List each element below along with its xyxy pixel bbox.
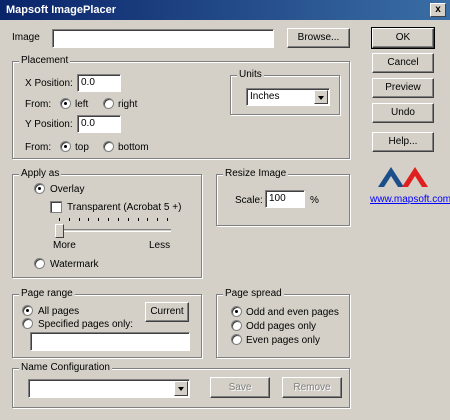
- specified-pages-radio[interactable]: [22, 318, 33, 329]
- slider-tick: [59, 218, 60, 221]
- cancel-button[interactable]: Cancel: [372, 53, 434, 73]
- all-pages-radio[interactable]: [22, 305, 33, 316]
- slider-tick: [108, 218, 110, 221]
- name-config-select[interactable]: [28, 379, 190, 398]
- placement-group-title: Placement: [19, 55, 71, 66]
- name-config-group-title: Name Configuration: [19, 362, 112, 373]
- scale-label: Scale:: [235, 195, 263, 206]
- x-from-left-radio[interactable]: [60, 98, 71, 109]
- units-select[interactable]: Inches: [246, 88, 330, 106]
- odd-only-label: Odd pages only: [246, 321, 317, 332]
- title-bar: Mapsoft ImagePlacer x: [0, 0, 450, 20]
- y-position-label: Y Position:: [25, 119, 73, 130]
- slider-thumb[interactable]: [55, 224, 64, 238]
- all-pages-label: All pages: [38, 306, 80, 317]
- ok-button[interactable]: OK: [371, 27, 435, 49]
- opacity-slider[interactable]: [55, 216, 171, 238]
- x-from-right-radio[interactable]: [103, 98, 114, 109]
- even-only-radio[interactable]: [231, 334, 242, 345]
- apply-as-group-title: Apply as: [19, 168, 62, 179]
- odd-only-radio[interactable]: [231, 320, 242, 331]
- scale-input[interactable]: 100: [265, 190, 305, 208]
- slider-tick: [78, 218, 80, 221]
- y-from-top-label: top: [75, 142, 89, 153]
- slider-tick: [117, 218, 119, 221]
- transparent-label: Transparent (Acrobat 5 +): [67, 202, 182, 213]
- page-spread-group-title: Page spread: [223, 288, 284, 299]
- slider-tick: [147, 218, 149, 221]
- units-selected-value: Inches: [250, 91, 280, 102]
- current-page-button[interactable]: Current: [145, 302, 189, 322]
- remove-config-button[interactable]: Remove: [282, 377, 342, 398]
- preview-button[interactable]: Preview: [372, 78, 434, 98]
- y-from-bottom-label: bottom: [118, 142, 149, 153]
- odd-and-even-radio[interactable]: [231, 306, 242, 317]
- x-from-label: From:: [25, 99, 52, 110]
- undo-button[interactable]: Undo: [372, 103, 434, 123]
- chevron-down-icon[interactable]: [314, 90, 328, 104]
- odd-and-even-label: Odd and even pages: [246, 307, 339, 318]
- image-path-input[interactable]: [52, 29, 274, 48]
- specified-pages-label: Specified pages only:: [38, 319, 134, 330]
- close-icon[interactable]: x: [430, 3, 446, 17]
- y-position-input[interactable]: 0.0: [77, 115, 121, 133]
- y-from-bottom-radio[interactable]: [103, 141, 114, 152]
- mapsoft-logo-icon: [378, 167, 428, 187]
- save-config-button[interactable]: Save: [210, 377, 270, 398]
- page-range-group-title: Page range: [19, 288, 75, 299]
- slider-tick: [127, 218, 129, 221]
- y-from-top-radio[interactable]: [60, 141, 71, 152]
- overlay-radio[interactable]: [34, 183, 45, 194]
- units-group-title: Units: [237, 69, 264, 80]
- watermark-label: Watermark: [50, 259, 99, 270]
- help-button[interactable]: Help...: [372, 132, 434, 152]
- x-from-right-label: right: [118, 99, 138, 110]
- slider-track: [55, 229, 171, 232]
- slider-tick: [68, 218, 70, 221]
- window-title: Mapsoft ImagePlacer: [6, 4, 117, 16]
- chevron-down-icon[interactable]: [174, 381, 188, 396]
- even-only-label: Even pages only: [246, 335, 320, 346]
- overlay-label: Overlay: [50, 184, 85, 195]
- browse-button[interactable]: Browse...: [287, 28, 350, 48]
- x-position-input[interactable]: 0.0: [77, 74, 121, 92]
- x-position-label: X Position:: [25, 78, 73, 89]
- slider-tick: [88, 218, 90, 221]
- mapsoft-website-link[interactable]: www.mapsoft.com: [370, 194, 450, 205]
- watermark-radio[interactable]: [34, 258, 45, 269]
- slider-tick: [137, 218, 139, 221]
- transparent-checkbox[interactable]: [50, 201, 62, 213]
- x-from-left-label: left: [75, 99, 89, 110]
- y-from-label: From:: [25, 142, 52, 153]
- slider-tick: [157, 218, 159, 221]
- specified-pages-input[interactable]: [30, 332, 190, 351]
- image-label: Image: [12, 32, 40, 43]
- scale-unit-label: %: [310, 195, 319, 206]
- slider-more-label: More: [53, 240, 76, 251]
- slider-less-label: Less: [149, 240, 171, 251]
- resize-group-title: Resize Image: [223, 168, 289, 179]
- slider-tick: [167, 218, 168, 221]
- slider-tick: [98, 218, 100, 221]
